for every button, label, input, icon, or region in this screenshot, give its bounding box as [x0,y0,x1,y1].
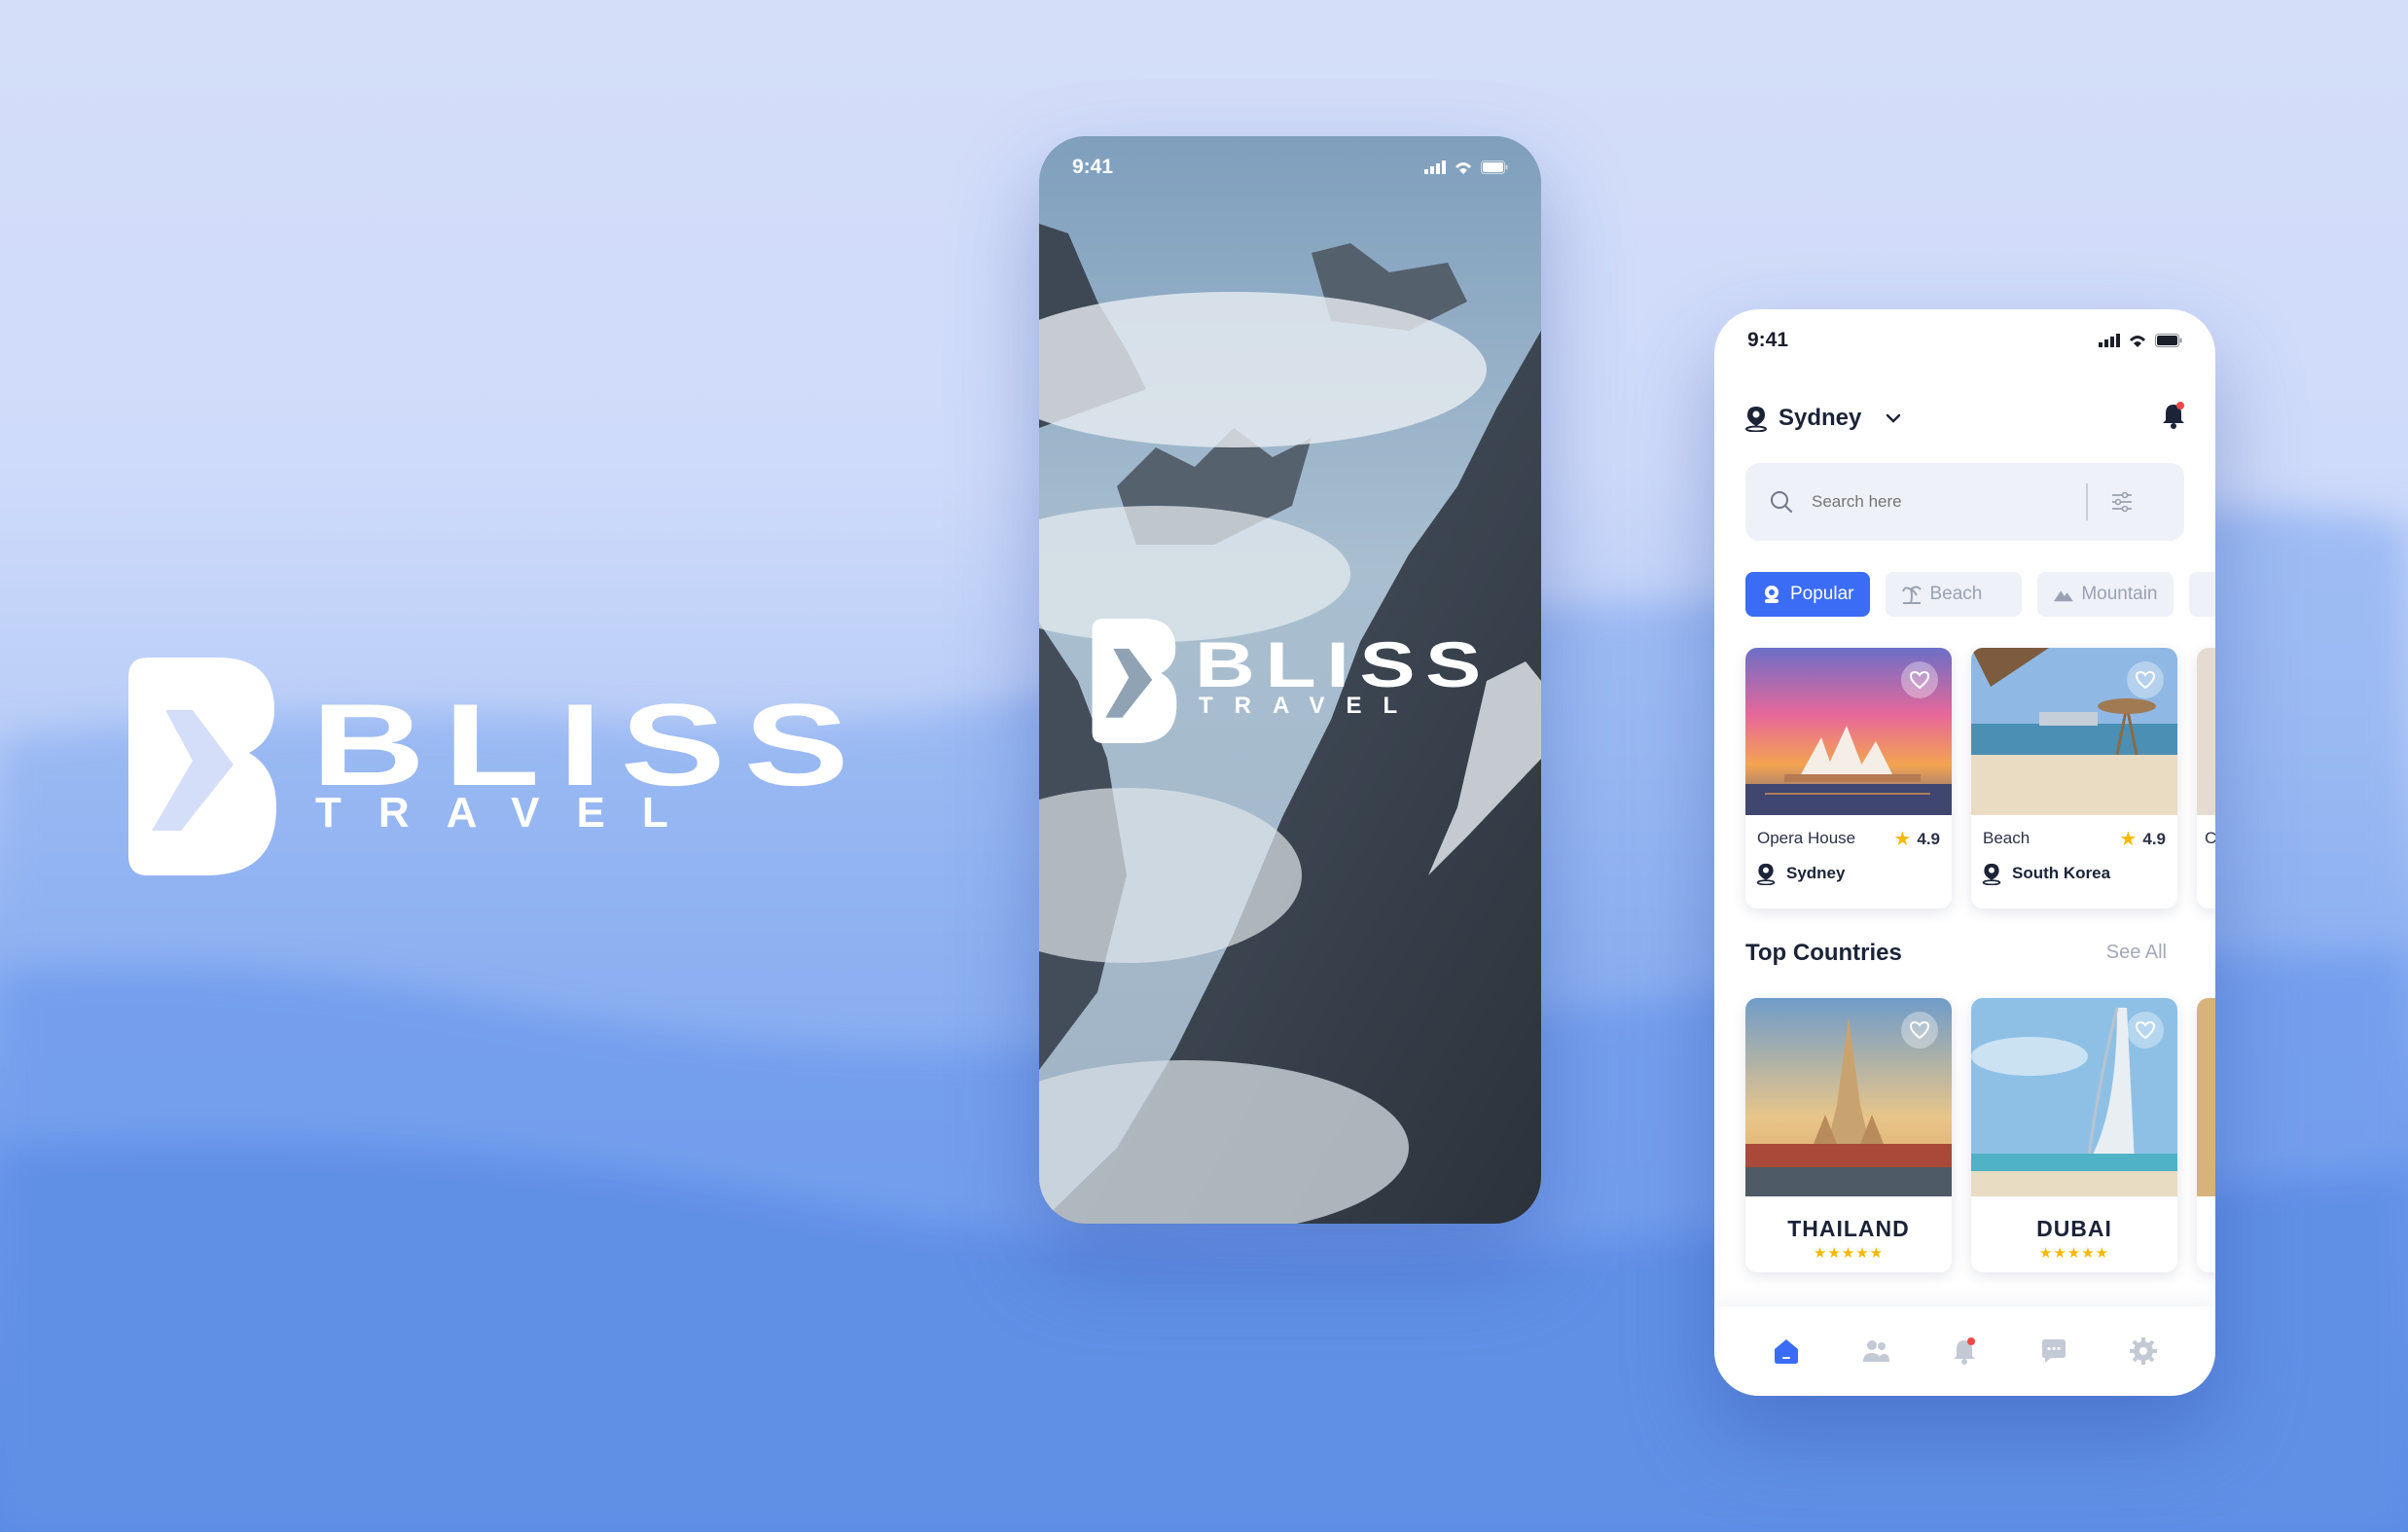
location-city: Sydney [1779,405,1862,431]
place-rating-value: 4.9 [1917,829,1940,848]
category-beach[interactable]: Beach [1885,572,2022,617]
place-card[interactable]: Opera House ★ 4.9 Sydney [1745,648,1952,909]
favorite-button[interactable] [1901,661,1938,698]
bell-icon [1954,1337,1976,1365]
wifi-icon [1456,162,1471,174]
splash-screen: 9:41 BLISS TRAVEL [1039,136,1541,1224]
country-stars: ★★★★★ [1813,1245,1885,1262]
battery-icon [2155,334,2182,347]
place-location: South Korea [1981,862,2110,885]
search-icon [1771,491,1792,513]
signal-icon [2099,334,2120,347]
splash-logo: BLISS TRAVEL [1092,619,1500,755]
heart-icon [1909,1020,1930,1040]
country-image [2197,998,2215,1196]
category-chips: Popular Beach Mountain [1745,572,2215,617]
status-time: 9:41 [1747,329,1789,351]
brand-logo-large: BLISS TRAVEL [128,658,849,881]
star-icon: ★ [1893,829,1912,850]
category-mountain-label: Mountain [2081,584,2158,604]
chat-icon [2042,1339,2067,1363]
category-mountain[interactable]: Mountain [2036,572,2174,617]
place-rating: ★ 4.9 [1893,827,1940,851]
search-divider [2086,483,2088,520]
country-name: DUBAI [2036,1216,2112,1241]
place-name-partial: C [2205,829,2215,847]
favorite-button[interactable] [1901,1012,1938,1049]
bliss-b-plane-icon [1092,619,1177,743]
home-icon [1774,1339,1798,1364]
place-card-partial[interactable]: C [2197,648,2215,909]
filter-icon[interactable] [2109,489,2135,515]
wifi-icon [2130,336,2145,347]
brand-tagline: TRAVEL [315,789,705,837]
chevron-down-icon [1887,413,1901,423]
heart-icon [2135,670,2156,690]
countries-carousel: THAILAND ★★★★★ DUBAI ★★★★★ [1745,998,2215,1272]
place-card[interactable]: Beach ★ 4.9 South Korea [1971,648,2177,909]
location-pin-icon [1982,863,2001,885]
country-card-partial[interactable] [2197,998,2215,1272]
place-city: South Korea [2012,864,2111,882]
users-icon [1862,1340,1889,1362]
bell-icon [2163,402,2184,429]
splash-brand-tagline: TRAVEL [1199,693,1420,719]
home-screen: 9:41 Sydney Popular Beach Mountain [1714,309,2215,1396]
location-pin-icon [1745,407,1767,432]
country-name: THAILAND [1787,1216,1910,1241]
location-selector[interactable]: Sydney [1743,399,1902,438]
place-image [1971,648,2177,815]
place-image [2197,648,2215,815]
notification-button[interactable] [2161,401,2186,435]
category-popular[interactable]: Popular [1745,572,1870,617]
location-pin-icon [1756,863,1776,885]
favorite-button[interactable] [2127,661,2164,698]
mountain-icon [2053,590,2073,602]
tab-messages[interactable] [2034,1332,2073,1371]
country-stars: ★★★★★ [2038,1245,2110,1262]
place-location: Sydney [1755,862,1845,885]
palm-tree-icon [1901,586,1922,604]
heart-icon [1909,670,1930,690]
category-more[interactable] [2188,572,2215,617]
favorite-button[interactable] [2127,1012,2164,1049]
tab-people[interactable] [1856,1332,1895,1371]
place-image [1745,648,1952,815]
splash-brand-word: BLISS [1195,628,1492,700]
settings-icon [2130,1337,2158,1365]
popular-icon [1765,586,1779,603]
places-carousel: Opera House ★ 4.9 Sydney Beach ★ 4.9 Sou… [1745,648,2215,909]
tab-notifications[interactable] [1945,1332,1984,1371]
tab-home[interactable] [1767,1332,1806,1371]
place-city: Sydney [1786,864,1846,882]
place-name: Opera House [1757,829,1856,847]
bottom-tab-bar [1714,1306,2215,1396]
place-rating-value: 4.9 [2142,829,2166,848]
section-title: Top Countries [1745,940,1902,966]
signal-icon [1424,160,1446,174]
place-name: Beach [1983,829,2031,847]
search-bar[interactable] [1745,463,2184,541]
star-icon: ★ [2119,829,2138,850]
status-time: 9:41 [1072,156,1114,178]
status-bar: 9:41 [1714,309,2215,372]
brand-word: BLISS [311,680,868,810]
heart-icon [2135,1020,2156,1040]
search-input[interactable] [1812,492,2074,512]
status-bar: 9:41 [1039,136,1541,198]
country-image [1971,998,2177,1196]
country-card[interactable]: THAILAND ★★★★★ [1745,998,1952,1272]
place-rating: ★ 4.9 [2119,827,2166,851]
battery-icon [1481,160,1508,174]
tab-settings[interactable] [2124,1332,2163,1371]
see-all-link[interactable]: See All [2106,942,2167,964]
country-card[interactable]: DUBAI ★★★★★ [1971,998,2177,1272]
country-image [1745,998,1952,1196]
category-beach-label: Beach [1929,584,1983,604]
bliss-b-plane-icon [128,658,276,875]
category-popular-label: Popular [1790,584,1854,604]
